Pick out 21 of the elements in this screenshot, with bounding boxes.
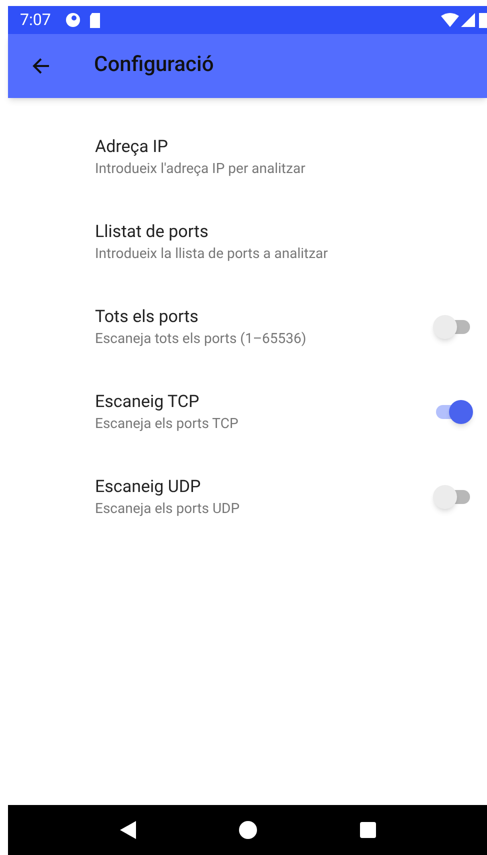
setting-title[interactable]: Tots els ports <box>95 304 433 328</box>
sd-card-icon <box>88 12 101 28</box>
battery-icon <box>479 12 487 28</box>
setting-title[interactable]: Llistat de ports <box>95 220 473 244</box>
setting-title[interactable]: Escaneig UDP <box>95 474 433 498</box>
back-arrow-icon[interactable] <box>32 57 50 75</box>
setting-summary: Introdueix la llista de ports a analitzar <box>95 244 329 264</box>
wifi-icon <box>441 13 459 27</box>
setting-summary: Introdueix l'adreça IP per analitzar <box>95 160 306 178</box>
signal-icon <box>461 13 475 27</box>
setting-summary: Escaneja els ports UDP <box>95 500 241 518</box>
notification-icon <box>64 12 81 28</box>
setting-title[interactable]: Adreça IP <box>95 134 473 158</box>
recents-icon[interactable] <box>360 822 376 838</box>
setting-title[interactable]: Escaneig TCP <box>95 390 433 414</box>
setting-summary: Escaneja els ports TCP <box>95 414 240 434</box>
home-icon[interactable] <box>238 821 256 839</box>
back-icon[interactable] <box>120 821 136 839</box>
setting-summary: Escaneja tots els ports (1–65536) <box>95 330 308 348</box>
screen-title: Configuració <box>94 52 214 80</box>
status-time: 7:07 <box>20 9 51 31</box>
